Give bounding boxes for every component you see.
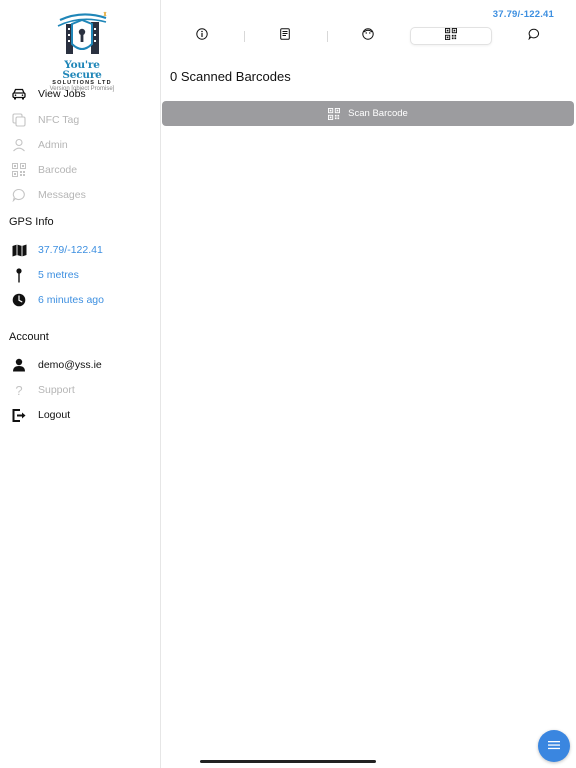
logo-title: You're Secure (62, 59, 102, 81)
support-label: Support (38, 384, 75, 396)
account-heading: Account (9, 331, 49, 343)
tab-messages[interactable] (493, 27, 575, 45)
tab-info[interactable] (161, 27, 243, 45)
nfc-icon (11, 112, 27, 128)
chat-bubble-icon (528, 27, 540, 45)
company-logo: You're Secure SOLUTIONS LTD Version [obj… (44, 10, 120, 92)
qr-code-icon (444, 27, 458, 45)
sidebar-item-label: Messages (38, 189, 86, 201)
gps-updated-row: 6 minutes ago (0, 288, 160, 312)
chat-bubble-icon (11, 187, 27, 203)
sidebar-item-barcode[interactable]: Barcode (0, 158, 160, 182)
tab-document[interactable] (244, 27, 326, 45)
gps-coordinates-row: 37.79/-122.41 (0, 238, 160, 262)
sidebar-item-view-jobs[interactable]: View Jobs (0, 82, 160, 106)
face-icon (362, 27, 374, 45)
shield-building-logo-icon (57, 11, 107, 54)
document-icon (280, 27, 290, 45)
home-indicator (200, 760, 376, 763)
info-icon (196, 27, 208, 45)
gps-accuracy: 5 metres (38, 269, 79, 281)
gps-coordinates: 37.79/-122.41 (38, 244, 103, 256)
sidebar-item-label: View Jobs (38, 88, 86, 100)
account-email-row: demo@yss.ie (0, 353, 160, 377)
logout-icon (11, 407, 27, 423)
sidebar-item-messages[interactable]: Messages (0, 183, 160, 207)
header-coordinates: 37.79/-122.41 (492, 9, 554, 20)
floating-menu-button[interactable] (538, 730, 570, 762)
scan-barcode-label: Scan Barcode (348, 108, 408, 119)
sidebar-item-label: Barcode (38, 164, 78, 176)
sidebar-item-nfc-tag[interactable]: NFC Tag (0, 108, 160, 132)
support-link[interactable]: ? Support (0, 378, 160, 402)
scan-barcode-button[interactable]: Scan Barcode (162, 101, 574, 126)
segmented-tab-bar (161, 27, 576, 47)
menu-icon (548, 737, 560, 755)
car-icon (11, 86, 27, 102)
user-icon (11, 357, 27, 373)
qr-code-icon (328, 107, 341, 120)
sidebar-item-label: NFC Tag (38, 114, 80, 126)
qr-code-icon (11, 162, 27, 178)
scanned-barcodes-count: 0 Scanned Barcodes (170, 69, 291, 84)
gps-updated: 6 minutes ago (38, 294, 104, 306)
sidebar-item-admin[interactable]: Admin (0, 133, 160, 157)
pin-icon (11, 267, 27, 283)
main-content: 37.79/-122.41 0 Scanned Barcodes Scan Ba… (161, 0, 576, 768)
gps-accuracy-row: 5 metres (0, 263, 160, 287)
person-icon (11, 137, 27, 153)
tab-barcode[interactable] (410, 27, 492, 45)
map-icon (11, 242, 27, 258)
tab-face[interactable] (327, 27, 409, 45)
logout-button[interactable]: Logout (0, 403, 160, 427)
sidebar: You're Secure SOLUTIONS LTD Version [obj… (0, 0, 161, 768)
account-email: demo@yss.ie (38, 359, 102, 371)
logout-label: Logout (38, 409, 71, 421)
clock-icon (11, 292, 27, 308)
gps-info-heading: GPS Info (9, 216, 54, 228)
sidebar-item-label: Admin (38, 139, 68, 151)
question-mark-icon: ? (15, 382, 23, 398)
